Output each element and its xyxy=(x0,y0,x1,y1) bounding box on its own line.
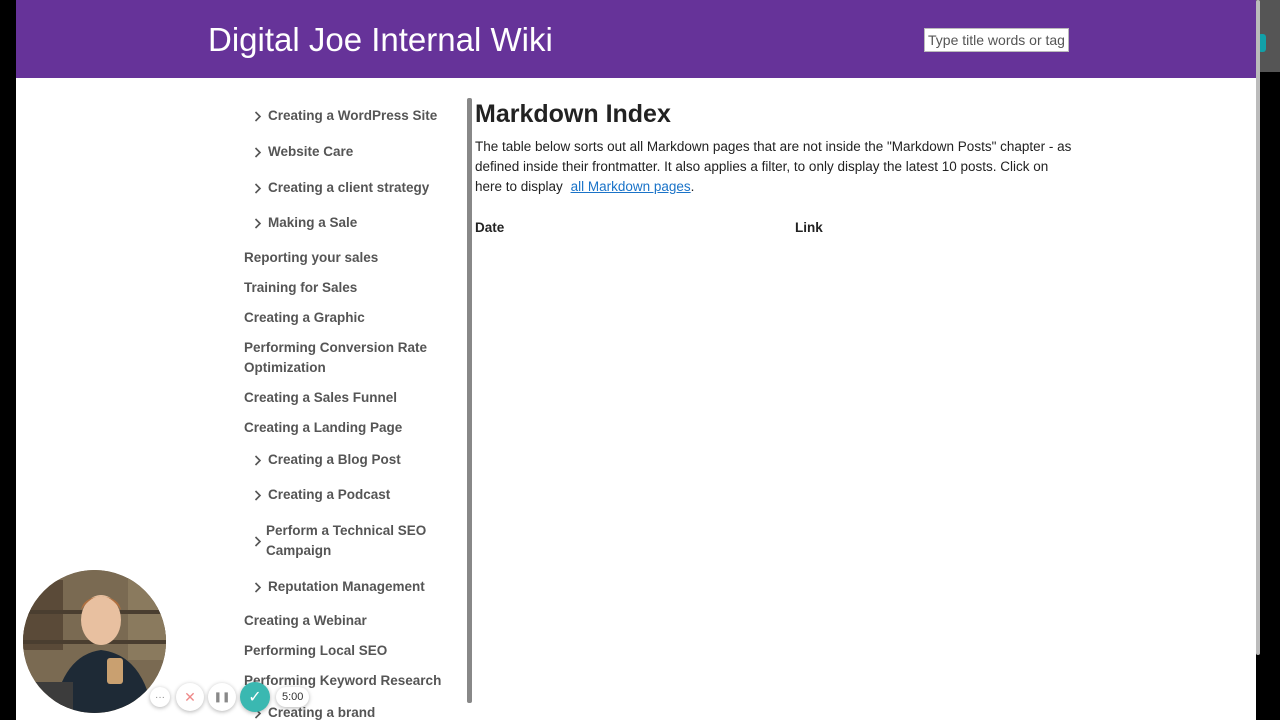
wiki-page: Digital Joe Internal Wiki Creating a Wor… xyxy=(16,0,1256,720)
site-title[interactable]: Digital Joe Internal Wiki xyxy=(208,20,553,60)
sidebar-item-creating-client-strategy[interactable]: Creating a client strategy xyxy=(251,178,471,198)
sidebar-item-creating-graphic[interactable]: Creating a Graphic xyxy=(244,308,464,328)
sidebar-item-label: Creating a Webinar xyxy=(244,613,367,628)
chevron-right-icon[interactable] xyxy=(251,485,267,505)
sidebar-item-blog-post[interactable]: Creating a Blog Post xyxy=(251,450,471,470)
sidebar-item-label: Reputation Management xyxy=(268,579,425,594)
recording-timer: 5:00 xyxy=(276,687,310,707)
chevron-right-icon[interactable] xyxy=(251,106,267,126)
sidebar-item-label: Creating a Graphic xyxy=(244,310,365,325)
sidebar-item-label: Creating a client strategy xyxy=(268,180,430,195)
pause-recording-button[interactable]: ❚❚ xyxy=(208,683,236,711)
webcam-bubble xyxy=(23,570,166,713)
chevron-right-icon[interactable] xyxy=(251,178,267,198)
sidebar-item-label: Creating a WordPress Site xyxy=(268,108,438,123)
site-header: Digital Joe Internal Wiki xyxy=(16,0,1256,78)
sidebar-item-label: Perform a Technical SEO xyxy=(266,523,427,538)
sidebar-item-label-line2: Optimization xyxy=(244,360,326,375)
intro-text: The table below sorts out all Markdown p… xyxy=(475,139,1072,194)
more-options-button[interactable]: ··· xyxy=(150,687,170,707)
sidebar-item-label: Reporting your sales xyxy=(244,250,379,265)
sidebar-item-label: Creating a Podcast xyxy=(268,487,391,502)
sidebar-item-local-seo[interactable]: Performing Local SEO xyxy=(244,641,464,661)
table-header-date: Date xyxy=(475,220,505,235)
sidebar-item-label: Creating a Blog Post xyxy=(268,452,401,467)
finish-recording-button[interactable]: ✓ xyxy=(240,682,270,712)
chevron-right-icon[interactable] xyxy=(251,577,267,597)
sidebar-item-label: Training for Sales xyxy=(244,280,358,295)
sidebar-item-label: Performing Conversion Rate xyxy=(244,340,428,355)
sidebar-item-keyword-research[interactable]: Performing Keyword Research xyxy=(244,671,464,691)
intro-paragraph: The table below sorts out all Markdown p… xyxy=(475,137,1075,197)
sidebar-item-label: Making a Sale xyxy=(268,215,358,230)
chevron-right-icon[interactable] xyxy=(251,450,267,470)
sidebar-item-label-line2: Campaign xyxy=(266,543,332,558)
sidebar-item-podcast[interactable]: Creating a Podcast xyxy=(251,485,471,505)
sidebar-item-label: Creating a Landing Page xyxy=(244,420,403,435)
intro-end: . xyxy=(690,179,695,194)
sidebar-item-website-care[interactable]: Website Care xyxy=(251,142,471,162)
sidebar-item-label: Creating a Sales Funnel xyxy=(244,390,398,405)
sidebar-item-reporting-sales[interactable]: Reporting your sales xyxy=(244,248,464,268)
table-header-link: Link xyxy=(795,220,823,235)
sidebar-item-creating-wordpress-site[interactable]: Creating a WordPress Site xyxy=(251,106,471,126)
sidebar-item-landing-page[interactable]: Creating a Landing Page xyxy=(244,418,464,438)
sidebar-scrollbar[interactable] xyxy=(467,98,472,703)
chevron-right-icon[interactable] xyxy=(251,142,267,162)
page-title: Markdown Index xyxy=(475,100,671,128)
all-markdown-pages-link[interactable]: all Markdown pages xyxy=(571,179,691,194)
sidebar-item-technical-seo-campaign[interactable]: Perform a Technical SEO Campaign xyxy=(251,521,471,561)
cancel-recording-button[interactable]: ✕ xyxy=(176,683,204,711)
chevron-right-icon[interactable] xyxy=(251,213,267,233)
sidebar-item-reputation-management[interactable]: Reputation Management xyxy=(251,577,471,597)
chevron-right-icon[interactable] xyxy=(251,531,267,551)
search-input[interactable] xyxy=(924,28,1069,52)
sidebar-item-sales-funnel[interactable]: Creating a Sales Funnel xyxy=(244,388,464,408)
sidebar-item-webinar[interactable]: Creating a Webinar xyxy=(244,611,464,631)
page-scrollbar[interactable] xyxy=(1256,0,1260,655)
sidebar-item-label: Performing Keyword Research xyxy=(244,673,442,688)
sidebar-item-label: Website Care xyxy=(268,144,354,159)
sidebar-item-conversion-rate-optimization[interactable]: Performing Conversion Rate Optimization xyxy=(244,338,464,378)
sidebar-item-training-sales[interactable]: Training for Sales xyxy=(244,278,464,298)
sidebar-item-label: Performing Local SEO xyxy=(244,643,388,658)
sidebar-item-making-a-sale[interactable]: Making a Sale xyxy=(251,213,471,233)
